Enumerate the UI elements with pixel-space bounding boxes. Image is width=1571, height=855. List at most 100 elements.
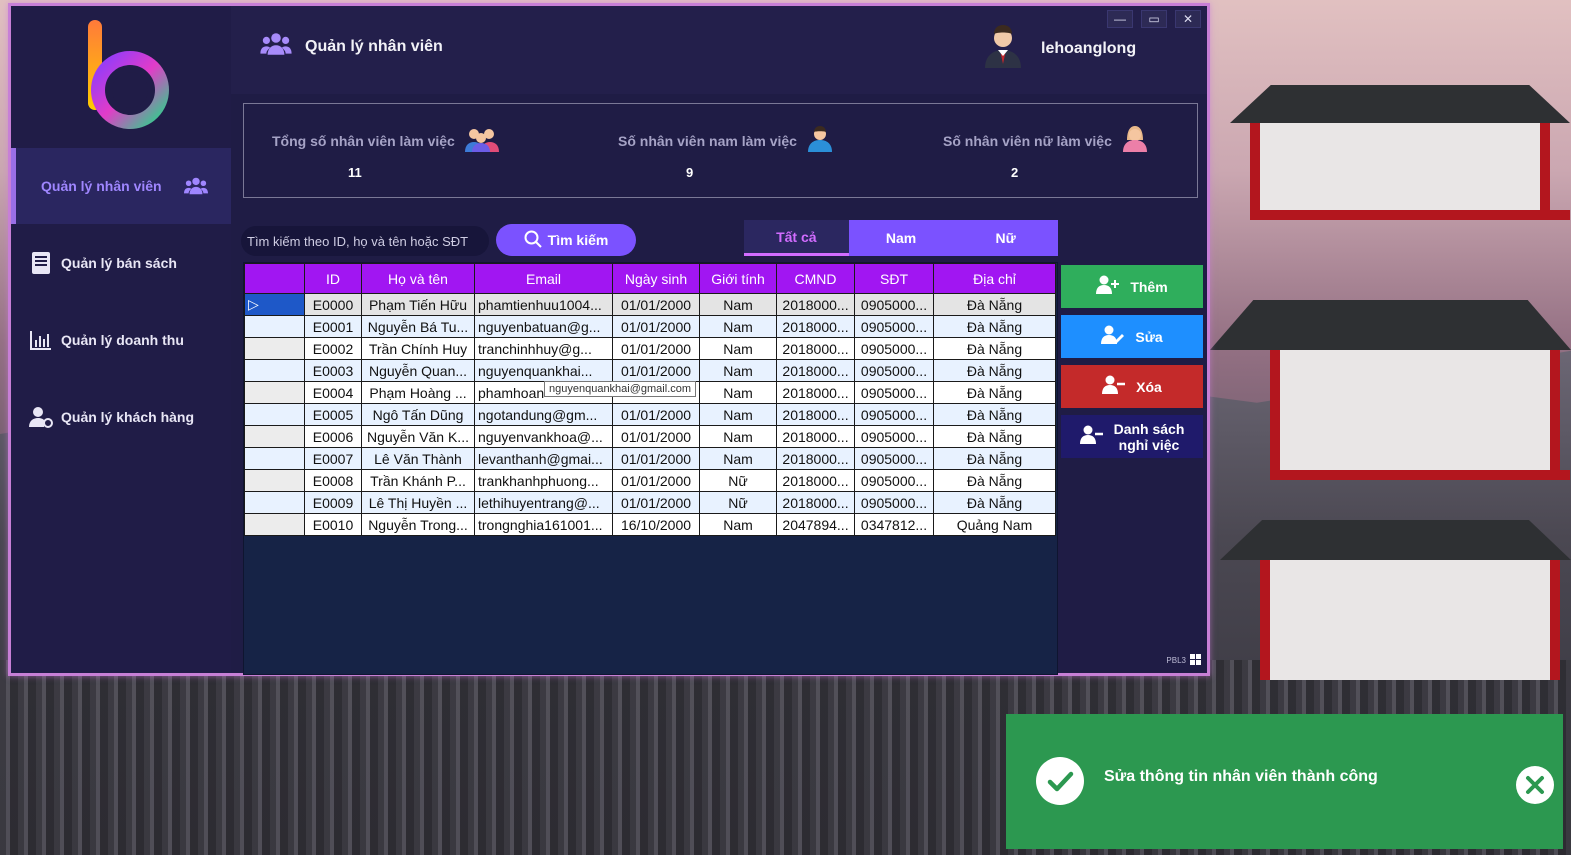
column-header-id-card[interactable]: CMND xyxy=(776,263,855,294)
table-cell[interactable]: E0007 xyxy=(304,447,362,470)
sidebar-item-employees[interactable]: Quản lý nhân viên xyxy=(11,148,231,224)
row-selector[interactable] xyxy=(244,403,305,426)
table-cell[interactable]: 01/01/2000 xyxy=(612,425,700,448)
table-cell[interactable]: Nam xyxy=(699,447,777,470)
table-cell[interactable]: phamtienhuu1004... xyxy=(474,293,613,316)
table-cell[interactable]: 2018000... xyxy=(776,403,855,426)
table-cell[interactable]: Phạm Tiến Hữu xyxy=(361,293,475,316)
table-cell[interactable]: 01/01/2000 xyxy=(612,403,700,426)
table-cell[interactable]: trankhanhphuong... xyxy=(474,469,613,492)
column-header-phone[interactable]: SĐT xyxy=(854,263,934,294)
table-cell[interactable]: 01/01/2000 xyxy=(612,447,700,470)
column-header-address[interactable]: Địa chỉ xyxy=(933,263,1056,294)
table-cell[interactable]: Đà Nẵng xyxy=(933,447,1056,470)
table-cell[interactable]: lethihuyentrang@... xyxy=(474,491,613,514)
table-cell[interactable]: Trần Chính Huy xyxy=(361,337,475,360)
row-selector[interactable] xyxy=(244,491,305,514)
table-cell[interactable]: Nữ xyxy=(699,469,777,492)
table-cell[interactable]: 2018000... xyxy=(776,337,855,360)
row-selector[interactable] xyxy=(244,359,305,382)
table-cell[interactable]: 0905000... xyxy=(854,491,934,514)
table-cell[interactable]: 2018000... xyxy=(776,491,855,514)
table-cell[interactable]: Nguyễn Trong... xyxy=(361,513,475,536)
sidebar-item-revenue[interactable]: Quản lý doanh thu xyxy=(11,302,231,378)
table-cell[interactable]: Nam xyxy=(699,425,777,448)
table-cell[interactable]: 01/01/2000 xyxy=(612,337,700,360)
tab-female[interactable]: Nữ xyxy=(953,220,1058,256)
table-row[interactable]: E0008 Trần Khánh P... trankhanhphuong...… xyxy=(244,469,1056,492)
row-selector[interactable] xyxy=(244,425,305,448)
table-cell[interactable]: 0905000... xyxy=(854,469,934,492)
sidebar-item-books[interactable]: Quản lý bán sách xyxy=(11,225,231,301)
table-cell[interactable]: E0010 xyxy=(304,513,362,536)
table-cell[interactable]: Ngô Tấn Dũng xyxy=(361,403,475,426)
table-cell[interactable]: 2018000... xyxy=(776,381,855,404)
table-cell[interactable]: 2018000... xyxy=(776,469,855,492)
table-cell[interactable]: levanthanh@gmai... xyxy=(474,447,613,470)
table-cell[interactable]: 0905000... xyxy=(854,337,934,360)
column-header-email[interactable]: Email xyxy=(474,263,613,294)
table-cell[interactable]: Nữ xyxy=(699,491,777,514)
column-header-gender[interactable]: Giới tính xyxy=(699,263,777,294)
table-cell[interactable]: 2018000... xyxy=(776,315,855,338)
search-input[interactable] xyxy=(241,226,489,256)
table-cell[interactable]: E0008 xyxy=(304,469,362,492)
table-cell[interactable]: Phạm Hoàng ... xyxy=(361,381,475,404)
table-cell[interactable]: 0905000... xyxy=(854,315,934,338)
table-cell[interactable]: tranchinhhuy@g... xyxy=(474,337,613,360)
table-cell[interactable]: Đà Nẵng xyxy=(933,381,1056,404)
table-row[interactable]: ▷ E0000 Phạm Tiến Hữu phamtienhuu1004...… xyxy=(244,293,1056,316)
tab-all[interactable]: Tất cả xyxy=(744,220,849,256)
table-cell[interactable]: 01/01/2000 xyxy=(612,359,700,382)
table-cell[interactable]: Nguyễn Văn K... xyxy=(361,425,475,448)
table-cell[interactable]: Đà Nẵng xyxy=(933,337,1056,360)
table-cell[interactable]: 0347812... xyxy=(854,513,934,536)
table-cell[interactable]: ngotandung@gm... xyxy=(474,403,613,426)
table-cell[interactable]: trongnghia161001... xyxy=(474,513,613,536)
table-cell[interactable]: Nguyễn Bá Tu... xyxy=(361,315,475,338)
table-cell[interactable]: 0905000... xyxy=(854,403,934,426)
table-row[interactable]: E0006 Nguyễn Văn K... nguyenvankhoa@... … xyxy=(244,425,1056,448)
table-cell[interactable]: Trần Khánh P... xyxy=(361,469,475,492)
table-cell[interactable]: 2047894... xyxy=(776,513,855,536)
row-selector[interactable] xyxy=(244,469,305,492)
table-cell[interactable]: 2018000... xyxy=(776,425,855,448)
table-cell[interactable]: nguyenbatuan@g... xyxy=(474,315,613,338)
table-row[interactable]: E0003 Nguyễn Quan... nguyenquankhai... 0… xyxy=(244,359,1056,382)
table-cell[interactable]: E0002 xyxy=(304,337,362,360)
table-cell[interactable]: 2018000... xyxy=(776,359,855,382)
table-cell[interactable]: 01/01/2000 xyxy=(612,469,700,492)
sidebar-item-customers[interactable]: Quản lý khách hàng xyxy=(11,379,231,455)
column-header-name[interactable]: Họ và tên xyxy=(361,263,475,294)
table-cell[interactable]: 0905000... xyxy=(854,447,934,470)
table-cell[interactable]: Quảng Nam xyxy=(933,513,1056,536)
table-cell[interactable]: E0009 xyxy=(304,491,362,514)
table-cell[interactable]: E0005 xyxy=(304,403,362,426)
table-cell[interactable]: Nam xyxy=(699,293,777,316)
table-cell[interactable]: E0001 xyxy=(304,315,362,338)
row-selector[interactable] xyxy=(244,447,305,470)
column-header-id[interactable]: ID xyxy=(304,263,362,294)
table-cell[interactable]: Lê Văn Thành xyxy=(361,447,475,470)
table-cell[interactable]: Nam xyxy=(699,381,777,404)
table-cell[interactable]: 0905000... xyxy=(854,425,934,448)
table-cell[interactable]: 01/01/2000 xyxy=(612,315,700,338)
table-cell[interactable]: 0905000... xyxy=(854,359,934,382)
table-cell[interactable]: Nam xyxy=(699,359,777,382)
edit-employee-button[interactable]: Sửa xyxy=(1061,315,1203,358)
table-cell[interactable]: 16/10/2000 xyxy=(612,513,700,536)
close-icon[interactable] xyxy=(1516,766,1554,804)
table-cell[interactable]: nguyenvankhoa@... xyxy=(474,425,613,448)
table-cell[interactable]: Lê Thị Huyền ... xyxy=(361,491,475,514)
table-cell[interactable]: E0000 xyxy=(304,293,362,316)
table-row[interactable]: E0005 Ngô Tấn Dũng ngotandung@gm... 01/0… xyxy=(244,403,1056,426)
user-profile[interactable]: lehoanglong xyxy=(983,24,1136,73)
table-cell[interactable]: 0905000... xyxy=(854,293,934,316)
table-cell[interactable]: 2018000... xyxy=(776,293,855,316)
table-cell[interactable]: Nam xyxy=(699,513,777,536)
resigned-list-button[interactable]: Danh sách nghỉ việc xyxy=(1061,415,1203,458)
table-cell[interactable]: Đà Nẵng xyxy=(933,491,1056,514)
table-row[interactable]: E0009 Lê Thị Huyền ... lethihuyentrang@.… xyxy=(244,491,1056,514)
add-employee-button[interactable]: Thêm xyxy=(1061,265,1203,308)
table-row[interactable]: E0007 Lê Văn Thành levanthanh@gmai... 01… xyxy=(244,447,1056,470)
